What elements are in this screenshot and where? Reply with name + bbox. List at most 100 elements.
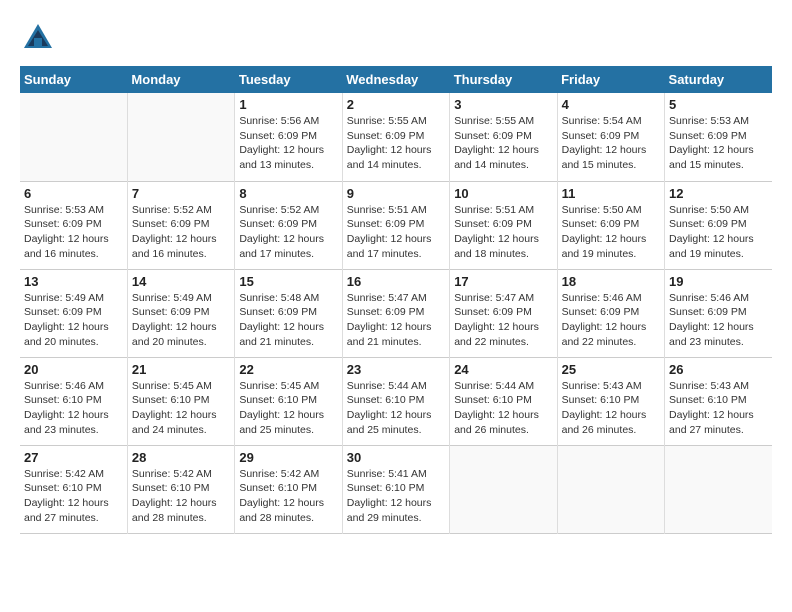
day-number: 30 bbox=[347, 450, 445, 465]
calendar-header-row: SundayMondayTuesdayWednesdayThursdayFrid… bbox=[20, 66, 772, 93]
day-number: 6 bbox=[24, 186, 123, 201]
logo bbox=[20, 20, 62, 56]
day-number: 2 bbox=[347, 97, 445, 112]
day-cell: 5Sunrise: 5:53 AMSunset: 6:09 PMDaylight… bbox=[665, 93, 772, 181]
day-number: 21 bbox=[132, 362, 230, 377]
header-day-friday: Friday bbox=[557, 66, 664, 93]
day-info: Sunrise: 5:46 AMSunset: 6:10 PMDaylight:… bbox=[24, 379, 123, 438]
header-day-thursday: Thursday bbox=[450, 66, 557, 93]
page-header bbox=[20, 20, 772, 56]
day-cell: 18 Sunrise: 5:46 AMSunset: 6:09 PMDayligh… bbox=[557, 269, 664, 357]
day-number: 1 bbox=[239, 97, 337, 112]
day-info: Sunrise: 5:49 AMSunset: 6:09 PMDaylight:… bbox=[132, 291, 230, 350]
day-info: Sunrise: 5:44 AMSunset: 6:10 PMDaylight:… bbox=[454, 379, 552, 438]
week-row-4: 20Sunrise: 5:46 AMSunset: 6:10 PMDayligh… bbox=[20, 357, 772, 445]
day-info: Sunrise: 5:46 AMSunset: 6:09 PMDaylight:… bbox=[562, 291, 660, 350]
day-info: Sunrise: 5:49 AMSunset: 6:09 PMDaylight:… bbox=[24, 291, 123, 350]
day-number: 19 bbox=[669, 274, 768, 289]
day-number: 11 bbox=[562, 186, 660, 201]
week-row-2: 6 Sunrise: 5:53 AMSunset: 6:09 PMDaylight… bbox=[20, 181, 772, 269]
day-cell: 4Sunrise: 5:54 AMSunset: 6:09 PMDaylight… bbox=[557, 93, 664, 181]
day-cell: 17 Sunrise: 5:47 AMSunset: 6:09 PMDayligh… bbox=[450, 269, 557, 357]
day-number: 22 bbox=[239, 362, 337, 377]
day-cell: 11 Sunrise: 5:50 AMSunset: 6:09 PMDayligh… bbox=[557, 181, 664, 269]
day-number: 28 bbox=[132, 450, 230, 465]
day-number: 5 bbox=[669, 97, 768, 112]
day-cell: 22 Sunrise: 5:45 AMSunset: 6:10 PMDayligh… bbox=[235, 357, 342, 445]
day-info: Sunrise: 5:52 AMSunset: 6:09 PMDaylight:… bbox=[132, 203, 230, 262]
day-cell: 27 Sunrise: 5:42 AMSunset: 6:10 PMDayligh… bbox=[20, 445, 127, 533]
day-cell: 12 Sunrise: 5:50 AMSunset: 6:09 PMDayligh… bbox=[665, 181, 772, 269]
week-row-5: 27 Sunrise: 5:42 AMSunset: 6:10 PMDayligh… bbox=[20, 445, 772, 533]
day-cell: 25Sunrise: 5:43 AMSunset: 6:10 PMDayligh… bbox=[557, 357, 664, 445]
day-cell: 9Sunrise: 5:51 AMSunset: 6:09 PMDaylight… bbox=[342, 181, 449, 269]
day-cell: 16 Sunrise: 5:47 AMSunset: 6:09 PMDayligh… bbox=[342, 269, 449, 357]
week-row-3: 13 Sunrise: 5:49 AMSunset: 6:09 PMDayligh… bbox=[20, 269, 772, 357]
day-info: Sunrise: 5:42 AMSunset: 6:10 PMDaylight:… bbox=[132, 467, 230, 526]
day-cell: 28 Sunrise: 5:42 AMSunset: 6:10 PMDayligh… bbox=[127, 445, 234, 533]
day-cell: 30 Sunrise: 5:41 AMSunset: 6:10 PMDayligh… bbox=[342, 445, 449, 533]
header-day-wednesday: Wednesday bbox=[342, 66, 449, 93]
day-info: Sunrise: 5:43 AMSunset: 6:10 PMDaylight:… bbox=[669, 379, 768, 438]
day-number: 8 bbox=[239, 186, 337, 201]
day-cell: 14Sunrise: 5:49 AMSunset: 6:09 PMDayligh… bbox=[127, 269, 234, 357]
day-info: Sunrise: 5:41 AMSunset: 6:10 PMDaylight:… bbox=[347, 467, 445, 526]
day-number: 23 bbox=[347, 362, 445, 377]
week-row-1: 1 Sunrise: 5:56 AMSunset: 6:09 PMDaylight… bbox=[20, 93, 772, 181]
day-number: 15 bbox=[239, 274, 337, 289]
day-number: 12 bbox=[669, 186, 768, 201]
day-cell: 7 Sunrise: 5:52 AMSunset: 6:09 PMDaylight… bbox=[127, 181, 234, 269]
day-info: Sunrise: 5:52 AMSunset: 6:09 PMDaylight:… bbox=[239, 203, 337, 262]
day-cell: 21 Sunrise: 5:45 AMSunset: 6:10 PMDayligh… bbox=[127, 357, 234, 445]
day-number: 7 bbox=[132, 186, 230, 201]
header-day-sunday: Sunday bbox=[20, 66, 127, 93]
day-info: Sunrise: 5:48 AMSunset: 6:09 PMDaylight:… bbox=[239, 291, 337, 350]
day-number: 29 bbox=[239, 450, 337, 465]
day-info: Sunrise: 5:56 AMSunset: 6:09 PMDaylight:… bbox=[239, 114, 337, 173]
day-number: 3 bbox=[454, 97, 552, 112]
day-cell: 10 Sunrise: 5:51 AMSunset: 6:09 PMDayligh… bbox=[450, 181, 557, 269]
day-number: 27 bbox=[24, 450, 123, 465]
day-number: 13 bbox=[24, 274, 123, 289]
day-info: Sunrise: 5:45 AMSunset: 6:10 PMDaylight:… bbox=[132, 379, 230, 438]
day-info: Sunrise: 5:55 AMSunset: 6:09 PMDaylight:… bbox=[347, 114, 445, 173]
header-day-tuesday: Tuesday bbox=[235, 66, 342, 93]
day-cell bbox=[665, 445, 772, 533]
day-cell: 8 Sunrise: 5:52 AMSunset: 6:09 PMDaylight… bbox=[235, 181, 342, 269]
day-info: Sunrise: 5:47 AMSunset: 6:09 PMDaylight:… bbox=[347, 291, 445, 350]
day-info: Sunrise: 5:47 AMSunset: 6:09 PMDaylight:… bbox=[454, 291, 552, 350]
day-cell: 2 Sunrise: 5:55 AMSunset: 6:09 PMDaylight… bbox=[342, 93, 449, 181]
day-number: 4 bbox=[562, 97, 660, 112]
day-cell: 1 Sunrise: 5:56 AMSunset: 6:09 PMDaylight… bbox=[235, 93, 342, 181]
day-number: 16 bbox=[347, 274, 445, 289]
day-cell: 20Sunrise: 5:46 AMSunset: 6:10 PMDayligh… bbox=[20, 357, 127, 445]
day-cell: 3Sunrise: 5:55 AMSunset: 6:09 PMDaylight… bbox=[450, 93, 557, 181]
day-info: Sunrise: 5:45 AMSunset: 6:10 PMDaylight:… bbox=[239, 379, 337, 438]
day-number: 10 bbox=[454, 186, 552, 201]
day-cell: 6 Sunrise: 5:53 AMSunset: 6:09 PMDaylight… bbox=[20, 181, 127, 269]
day-info: Sunrise: 5:50 AMSunset: 6:09 PMDaylight:… bbox=[669, 203, 768, 262]
header-day-monday: Monday bbox=[127, 66, 234, 93]
day-number: 24 bbox=[454, 362, 552, 377]
day-info: Sunrise: 5:42 AMSunset: 6:10 PMDaylight:… bbox=[24, 467, 123, 526]
day-info: Sunrise: 5:50 AMSunset: 6:09 PMDaylight:… bbox=[562, 203, 660, 262]
day-cell: 19 Sunrise: 5:46 AMSunset: 6:09 PMDayligh… bbox=[665, 269, 772, 357]
day-info: Sunrise: 5:42 AMSunset: 6:10 PMDaylight:… bbox=[239, 467, 337, 526]
header-day-saturday: Saturday bbox=[665, 66, 772, 93]
day-cell bbox=[557, 445, 664, 533]
day-cell bbox=[450, 445, 557, 533]
day-number: 17 bbox=[454, 274, 552, 289]
day-info: Sunrise: 5:44 AMSunset: 6:10 PMDaylight:… bbox=[347, 379, 445, 438]
day-info: Sunrise: 5:51 AMSunset: 6:09 PMDaylight:… bbox=[347, 203, 445, 262]
day-cell bbox=[20, 93, 127, 181]
day-cell: 26Sunrise: 5:43 AMSunset: 6:10 PMDayligh… bbox=[665, 357, 772, 445]
day-number: 18 bbox=[562, 274, 660, 289]
day-info: Sunrise: 5:51 AMSunset: 6:09 PMDaylight:… bbox=[454, 203, 552, 262]
calendar-table: SundayMondayTuesdayWednesdayThursdayFrid… bbox=[20, 66, 772, 534]
day-cell: 23 Sunrise: 5:44 AMSunset: 6:10 PMDayligh… bbox=[342, 357, 449, 445]
day-cell: 15 Sunrise: 5:48 AMSunset: 6:09 PMDayligh… bbox=[235, 269, 342, 357]
day-info: Sunrise: 5:46 AMSunset: 6:09 PMDaylight:… bbox=[669, 291, 768, 350]
day-cell bbox=[127, 93, 234, 181]
day-info: Sunrise: 5:53 AMSunset: 6:09 PMDaylight:… bbox=[24, 203, 123, 262]
day-info: Sunrise: 5:43 AMSunset: 6:10 PMDaylight:… bbox=[562, 379, 660, 438]
